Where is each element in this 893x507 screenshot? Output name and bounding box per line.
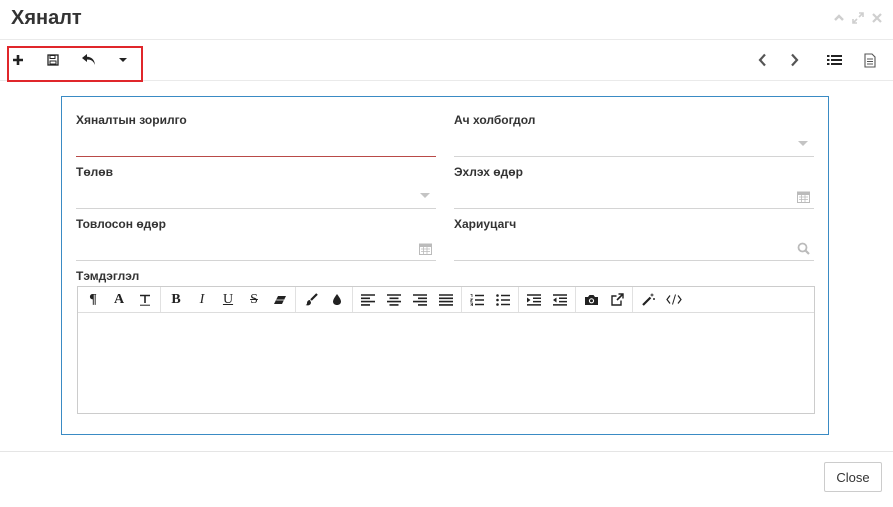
external-link-icon[interactable]: [604, 288, 630, 312]
italic-icon[interactable]: I: [189, 288, 215, 312]
notes-editor: ¶ A B I U S: [77, 286, 815, 414]
underline-icon[interactable]: U: [215, 288, 241, 312]
document-icon[interactable]: [860, 50, 880, 70]
brush-icon[interactable]: [298, 288, 324, 312]
camera-icon[interactable]: [578, 288, 604, 312]
importance-select[interactable]: [454, 131, 814, 157]
editor-group-color: [296, 287, 353, 312]
record-toolbar: [0, 41, 893, 82]
strikethrough-icon[interactable]: S: [241, 288, 267, 312]
editor-group-indent: [519, 287, 576, 312]
unordered-list-icon[interactable]: [490, 288, 516, 312]
field-label-status: Төлөв: [76, 165, 113, 179]
editor-group-style: ¶ A: [78, 287, 161, 312]
dialog-footer: Close: [0, 451, 893, 507]
indent-icon[interactable]: [521, 288, 547, 312]
ordered-list-icon[interactable]: [464, 288, 490, 312]
editor-group-format: B I U S: [161, 287, 296, 312]
field-label-start-date: Эхлэх өдөр: [454, 165, 523, 179]
caret-down-icon: [796, 137, 810, 151]
align-left-icon[interactable]: [355, 288, 381, 312]
scheduled-date-input[interactable]: [76, 235, 436, 261]
calendar-icon[interactable]: [418, 241, 432, 255]
form-panel: Хяналтын зорилго Ач холбогдол Төлөв Эхлэ…: [61, 96, 829, 435]
bold-icon[interactable]: B: [163, 288, 189, 312]
align-right-icon[interactable]: [407, 288, 433, 312]
collapse-icon[interactable]: [832, 11, 845, 24]
window-header: Хяналт: [0, 0, 893, 40]
close-button[interactable]: Close: [824, 462, 882, 492]
field-label-notes: Тэмдэглэл: [76, 269, 140, 283]
expand-icon[interactable]: [851, 11, 864, 24]
align-center-icon[interactable]: [381, 288, 407, 312]
eraser-icon[interactable]: [267, 288, 293, 312]
control-objective-input[interactable]: [76, 131, 436, 157]
chevron-left-icon[interactable]: [752, 50, 772, 70]
align-justify-icon[interactable]: [433, 288, 459, 312]
chevron-right-icon[interactable]: [784, 50, 804, 70]
field-label-importance: Ач холбогдол: [454, 113, 536, 127]
magic-wand-icon[interactable]: [635, 288, 661, 312]
search-icon[interactable]: [796, 241, 810, 255]
status-select[interactable]: [76, 183, 436, 209]
start-date-input[interactable]: [454, 183, 814, 209]
notes-textarea[interactable]: [78, 313, 814, 413]
field-label-scheduled-date: Товлосон өдөр: [76, 217, 166, 231]
undo-icon[interactable]: [79, 50, 99, 70]
responsible-input[interactable]: [454, 235, 814, 261]
save-icon[interactable]: [43, 50, 63, 70]
caret-down-icon[interactable]: [113, 50, 133, 70]
close-icon[interactable]: [870, 11, 883, 24]
caret-down-icon: [418, 189, 432, 203]
clear-format-icon[interactable]: [132, 288, 158, 312]
field-label-control-objective: Хяналтын зорилго: [76, 113, 187, 127]
editor-group-media: [576, 287, 633, 312]
plus-icon[interactable]: [8, 50, 28, 70]
field-label-responsible: Хариуцагч: [454, 217, 517, 231]
paragraph-icon[interactable]: ¶: [80, 288, 106, 312]
window-controls: [832, 11, 883, 24]
editor-group-lists: [462, 287, 519, 312]
list-icon[interactable]: [824, 50, 844, 70]
calendar-icon[interactable]: [796, 189, 810, 203]
font-icon[interactable]: A: [106, 288, 132, 312]
editor-toolbar: ¶ A B I U S: [78, 287, 814, 313]
editor-group-align: [353, 287, 462, 312]
code-icon[interactable]: [661, 288, 687, 312]
editor-group-tools: [633, 287, 689, 312]
window-title: Хяналт: [11, 7, 82, 29]
outdent-icon[interactable]: [547, 288, 573, 312]
color-drop-icon[interactable]: [324, 288, 350, 312]
